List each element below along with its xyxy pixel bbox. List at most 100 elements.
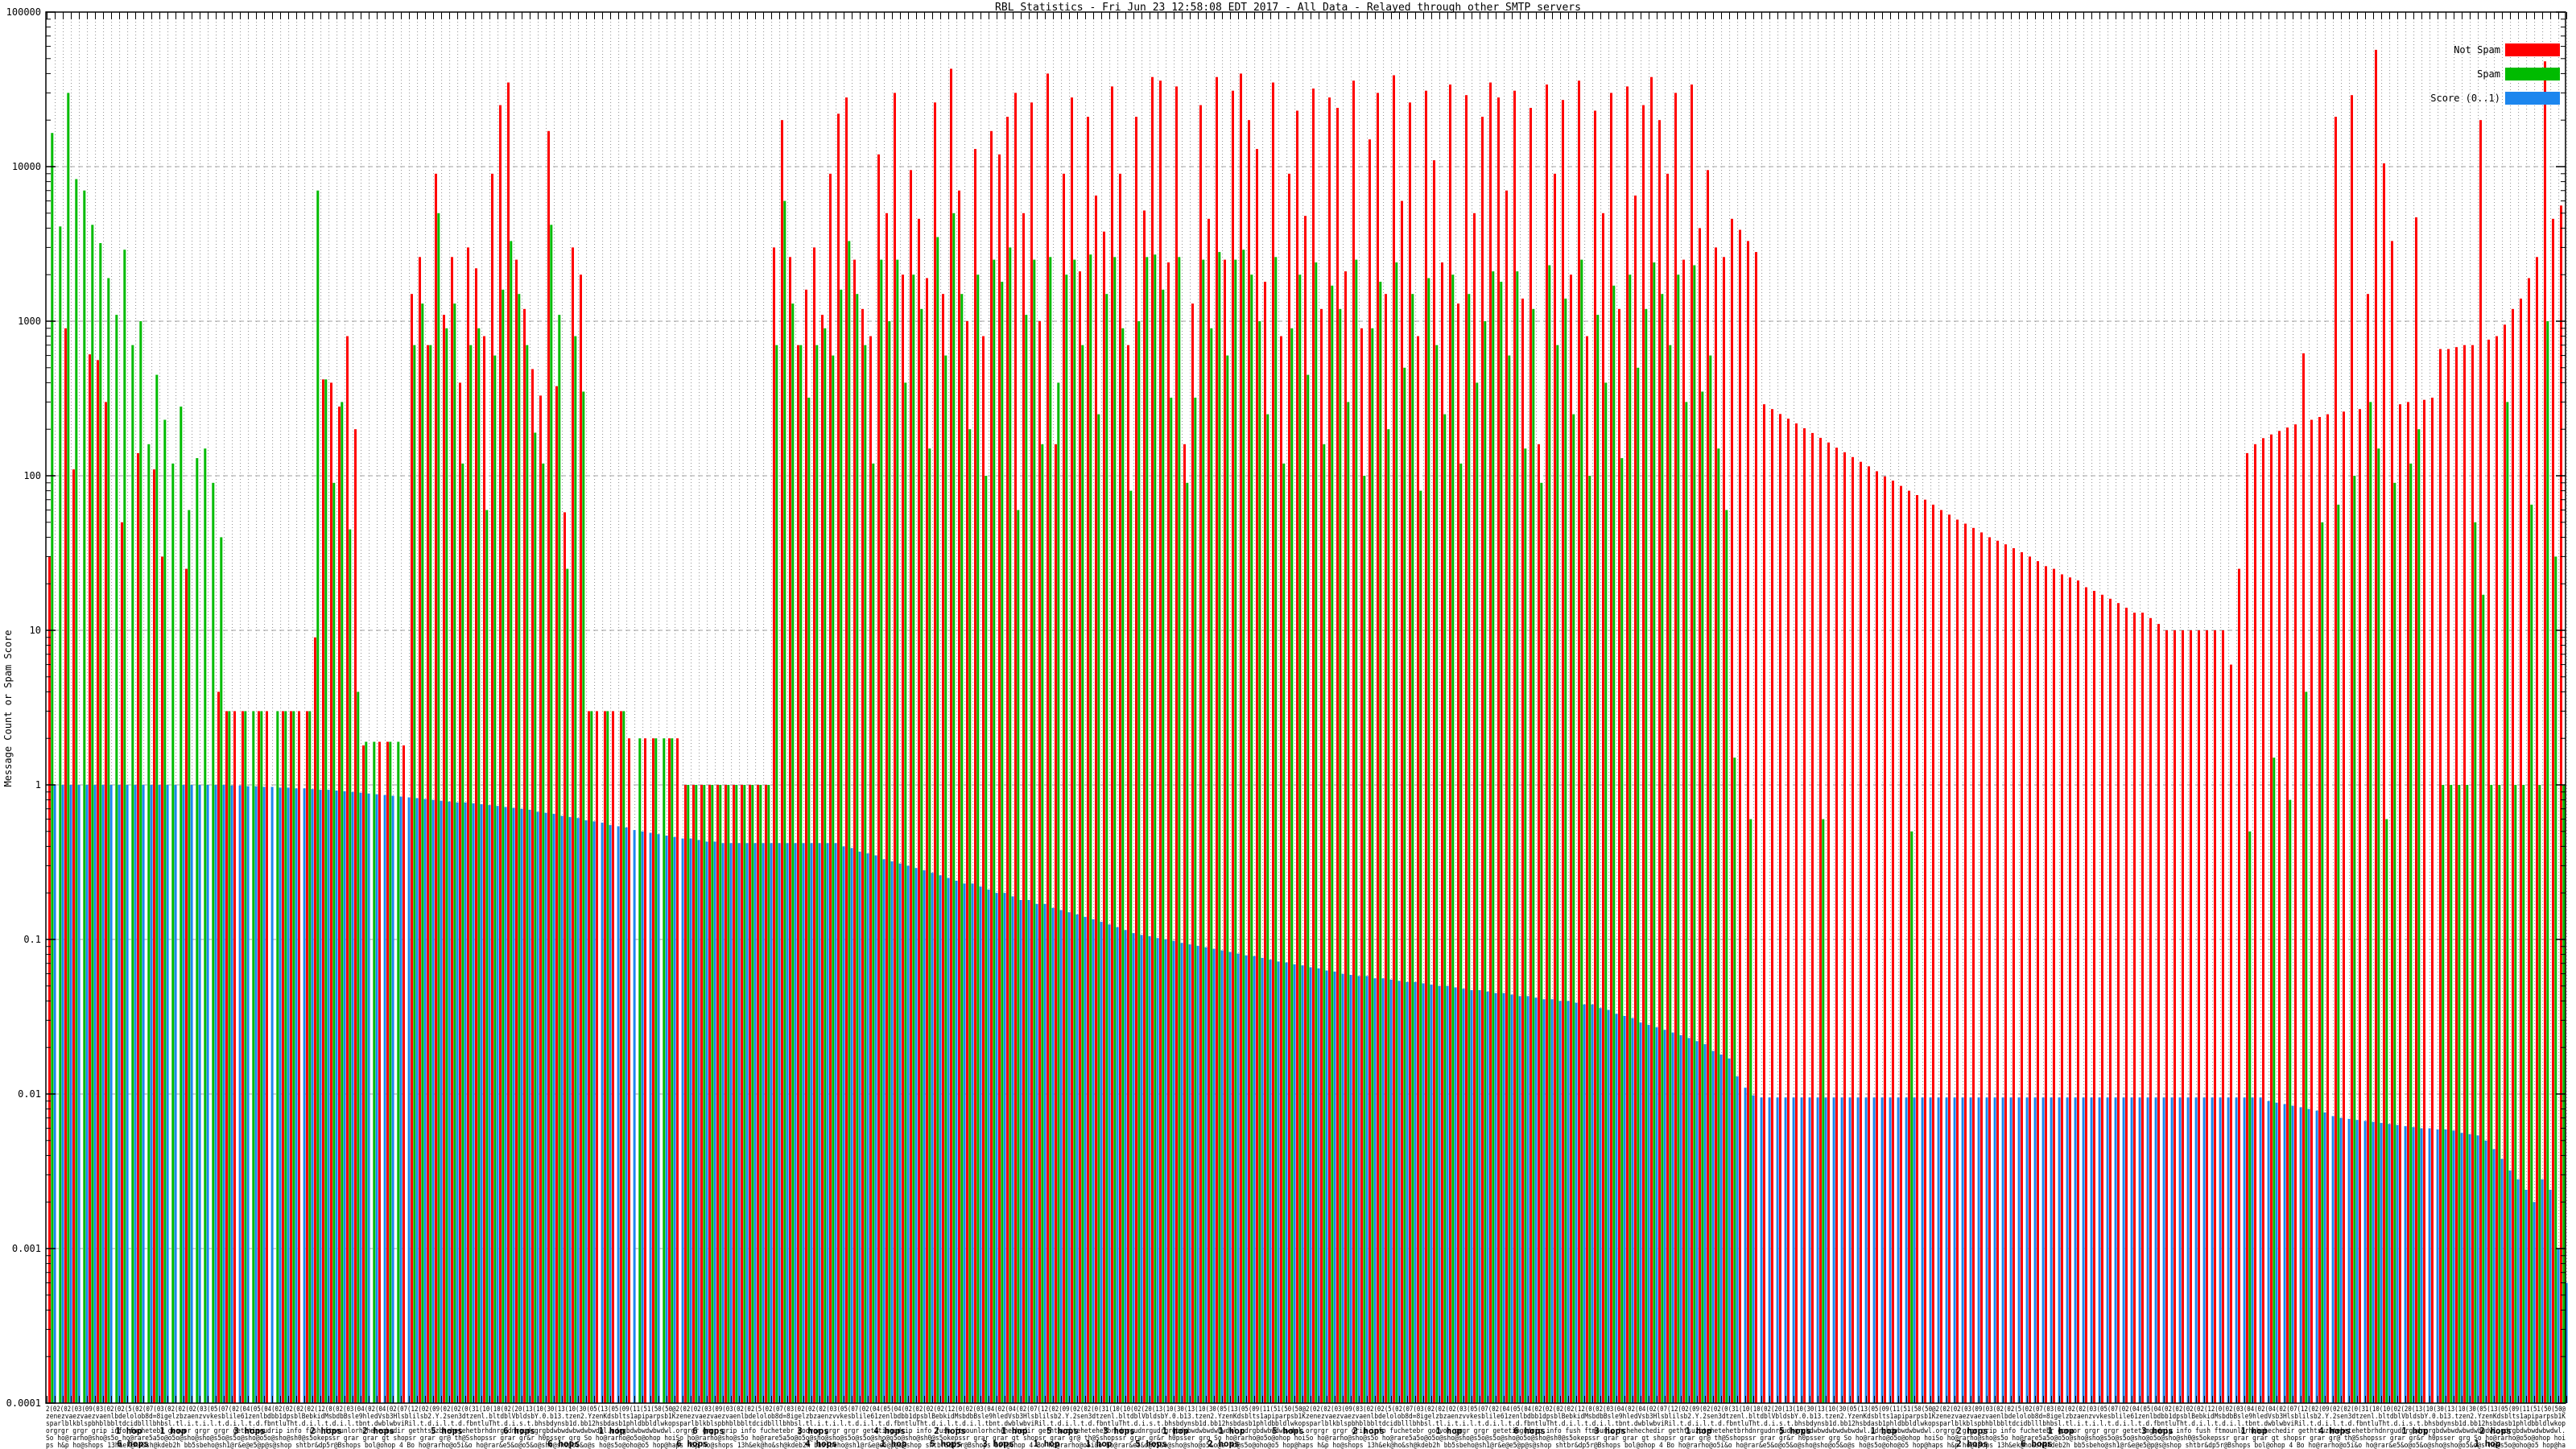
hop-count-label: 4 hops	[805, 1439, 837, 1449]
bar-score	[1784, 1097, 1787, 1403]
bar-group	[982, 336, 990, 1404]
bar-score	[2146, 1097, 2149, 1403]
bar-spam	[864, 345, 867, 1404]
bar-not-spam	[2101, 594, 2103, 1403]
bar-score	[826, 843, 829, 1403]
bar-score	[536, 811, 539, 1403]
bar-not-spam	[773, 247, 775, 1403]
bar-not-spam	[668, 738, 671, 1403]
bar-not-spam	[1393, 75, 1395, 1403]
bar-not-spam	[1409, 102, 1411, 1403]
bar-score	[673, 836, 676, 1403]
bar-group	[2487, 339, 2496, 1403]
bar-score	[383, 795, 386, 1403]
bar-score	[158, 785, 161, 1403]
bar-score	[842, 846, 845, 1403]
bar-spam	[493, 355, 497, 1404]
bar-group	[1191, 303, 1199, 1404]
bar-spam	[735, 785, 738, 1403]
bar-spam	[2530, 504, 2533, 1403]
bar-spam	[2417, 429, 2421, 1404]
bar-not-spam	[2133, 613, 2136, 1403]
bar-score	[1623, 1016, 1626, 1403]
bar-group	[242, 711, 250, 1403]
bar-score	[858, 851, 861, 1403]
bar-score	[1639, 1022, 1642, 1403]
bar-not-spam	[346, 336, 349, 1404]
bar-score	[1180, 943, 1183, 1403]
bar-spam	[526, 345, 529, 1404]
bar-score	[2372, 1121, 2375, 1403]
hop-count-label: 1 hop	[2401, 1426, 2428, 1436]
bar-group	[869, 336, 877, 1404]
bar-score	[134, 785, 137, 1403]
bar-group	[2520, 298, 2528, 1403]
bar-score	[1905, 1097, 1908, 1403]
bar-score	[2388, 1124, 2391, 1403]
bar-group	[1393, 75, 1401, 1403]
bar-not-spam	[1022, 213, 1025, 1403]
bar-score	[391, 795, 394, 1403]
bar-not-spam	[1610, 93, 1612, 1403]
bar-not-spam	[604, 711, 606, 1403]
bar-spam	[791, 303, 795, 1404]
hop-count-label: 1 hop	[2240, 1426, 2267, 1436]
bar-score	[206, 785, 209, 1403]
bar-not-spam	[620, 711, 622, 1403]
bar-not-spam	[2487, 339, 2490, 1403]
bar-score	[778, 843, 781, 1403]
bar-not-spam	[1658, 120, 1661, 1404]
hop-count-label: 1 hop	[1685, 1426, 1711, 1436]
bar-not-spam	[105, 402, 107, 1403]
bar-spam	[1451, 275, 1455, 1404]
bar-not-spam	[926, 278, 928, 1403]
bar-score	[1277, 961, 1280, 1403]
bar-not-spam	[233, 711, 236, 1403]
bar-group	[346, 336, 354, 1404]
bar-spam	[139, 321, 142, 1403]
bar-spam	[687, 785, 690, 1403]
bar-score	[327, 790, 330, 1403]
bar-not-spam	[1827, 442, 1830, 1404]
bar-not-spam	[89, 354, 91, 1404]
bar-score	[794, 843, 797, 1403]
bar-group	[1304, 216, 1312, 1404]
bar-score	[2428, 1128, 2431, 1403]
bar-not-spam	[1232, 90, 1234, 1404]
y-tick-label: 1	[35, 779, 41, 791]
bar-not-spam	[1505, 190, 1508, 1404]
bar-not-spam	[781, 120, 783, 1404]
bar-spam	[341, 402, 344, 1403]
bar-not-spam	[2230, 664, 2232, 1403]
bar-not-spam	[72, 469, 75, 1403]
bar-score	[1349, 975, 1352, 1403]
bar-group	[716, 785, 724, 1403]
bar-score	[568, 816, 572, 1403]
bar-not-spam	[1666, 173, 1669, 1403]
bar-spam	[147, 444, 151, 1403]
bar-not-spam	[2093, 591, 2095, 1403]
bar-score	[552, 813, 555, 1403]
bar-score	[2524, 1190, 2528, 1403]
hop-count-label: 3 hops	[233, 1426, 266, 1436]
bar-spam	[284, 711, 287, 1403]
bar-not-spam	[1642, 105, 1645, 1404]
bar-group	[1505, 190, 1513, 1404]
bar-spam	[638, 738, 642, 1403]
bar-not-spam	[298, 711, 300, 1403]
x-axis-labels: 2(02(02(03(09(03(02(02(5(02(07(03(02(02(…	[46, 1406, 2566, 1449]
bar-group	[2431, 398, 2439, 1403]
bar-group	[2326, 414, 2334, 1403]
bar-spam	[1540, 482, 1543, 1403]
bar-not-spam	[1030, 102, 1033, 1403]
bar-score	[1397, 980, 1401, 1403]
bar-group	[2077, 580, 2085, 1403]
hop-count-label: 6 hops	[2021, 1439, 2053, 1449]
legend-swatch-not-spam	[2505, 43, 2560, 56]
bar-not-spam	[724, 785, 727, 1403]
bar-not-spam	[733, 785, 735, 1403]
bar-score	[2219, 1097, 2222, 1403]
rbl-statistics-chart: 1000001000010001001010.10.010.0010.0001 …	[2, 2, 2568, 1449]
bar-spam	[1532, 308, 1535, 1403]
bar-spam	[357, 691, 360, 1403]
